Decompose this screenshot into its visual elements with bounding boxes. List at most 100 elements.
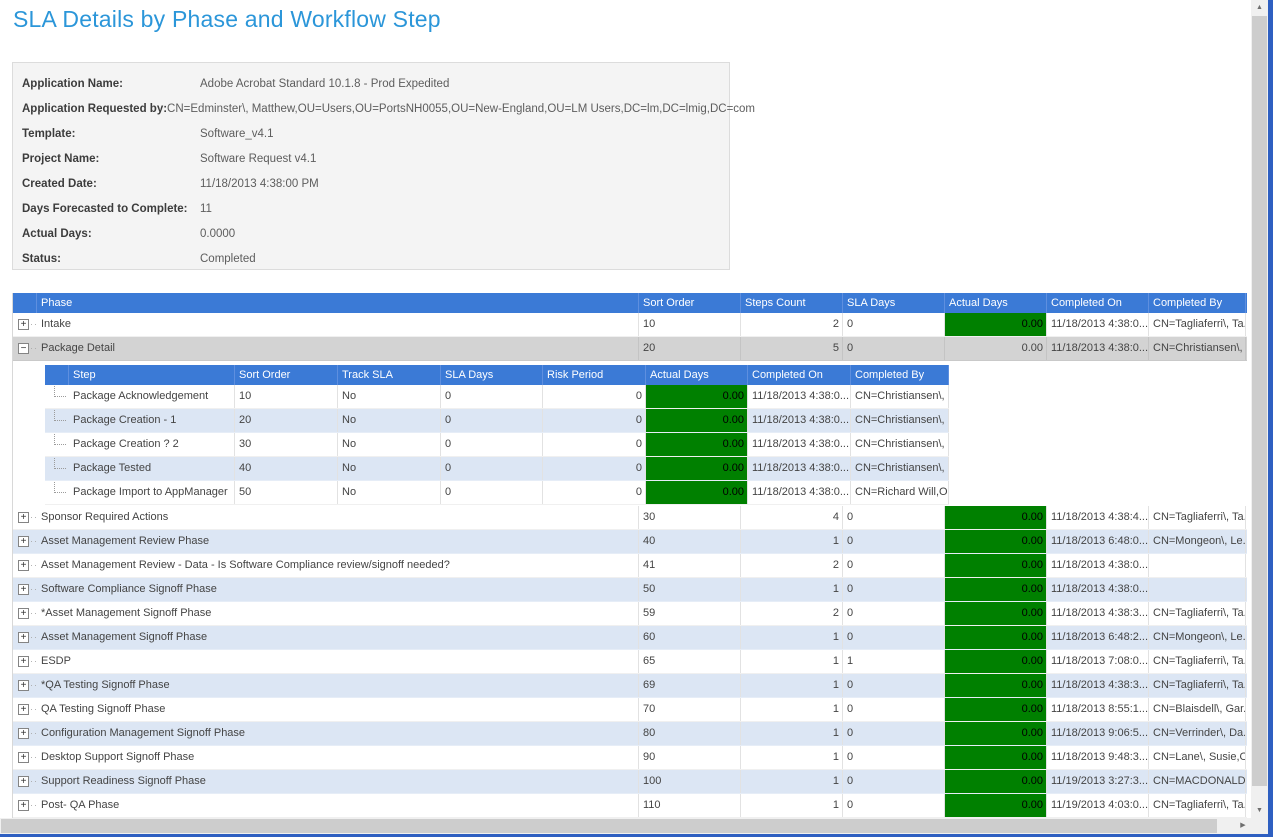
- steps-count-cell: 1: [741, 794, 843, 817]
- completed-on-cell: 11/18/2013 6:48:0...: [1047, 530, 1149, 553]
- completed-on-cell: 11/18/2013 4:38:0...: [1047, 578, 1149, 601]
- info-field-label: Created Date:: [22, 178, 200, 190]
- column-header-phase: Phase: [37, 293, 639, 313]
- tree-branch-cell: [45, 433, 69, 456]
- sort-order-cell: 40: [235, 457, 338, 480]
- phase-row[interactable]: +····Support Readiness Signoff Phase1001…: [13, 770, 1247, 794]
- expand-icon[interactable]: +: [18, 536, 29, 547]
- expand-icon[interactable]: +: [18, 608, 29, 619]
- tree-branch-icon: [54, 457, 66, 469]
- expand-icon[interactable]: +: [18, 800, 29, 811]
- scroll-right-icon[interactable]: ▶: [1235, 818, 1251, 834]
- expand-icon[interactable]: +: [18, 776, 29, 787]
- vertical-scrollbar-thumb[interactable]: [1252, 16, 1267, 786]
- tree-branch-icon: [54, 385, 66, 397]
- collapse-icon[interactable]: −: [18, 343, 29, 354]
- steps-count-cell: 1: [741, 578, 843, 601]
- info-field-label: Application Requested by:: [22, 103, 167, 115]
- phase-cell: Asset Management Review Phase: [37, 530, 639, 553]
- expand-icon[interactable]: +: [18, 680, 29, 691]
- column-header-sla-days: SLA Days: [441, 365, 543, 385]
- step-row[interactable]: Package Creation - 120No000.0011/18/2013…: [45, 409, 949, 433]
- expand-icon[interactable]: +: [18, 704, 29, 715]
- sla-days-cell: 0: [843, 337, 945, 360]
- expand-icon[interactable]: +: [18, 512, 29, 523]
- completed-on-cell: 11/18/2013 9:06:5...: [1047, 722, 1149, 745]
- actual-days-cell: 0.00: [945, 578, 1047, 601]
- tree-branch-cell: [45, 385, 69, 408]
- phase-row[interactable]: +····Asset Management Review - Data - Is…: [13, 554, 1247, 578]
- sort-order-cell: 110: [639, 794, 741, 817]
- sla-days-cell: 0: [843, 313, 945, 336]
- step-row[interactable]: Package Tested40No000.0011/18/2013 4:38:…: [45, 457, 949, 481]
- phase-row[interactable]: +····*QA Testing Signoff Phase69100.0011…: [13, 674, 1247, 698]
- sla-days-cell: 0: [843, 794, 945, 817]
- expand-icon[interactable]: +: [18, 632, 29, 643]
- phase-row[interactable]: +····Post- QA Phase110100.0011/19/2013 4…: [13, 794, 1247, 818]
- expand-icon[interactable]: +: [18, 728, 29, 739]
- column-header-completed-by: Completed By: [1149, 293, 1246, 313]
- risk-period-cell: 0: [543, 433, 646, 456]
- phase-row[interactable]: +····Desktop Support Signoff Phase90100.…: [13, 746, 1247, 770]
- scroll-up-icon[interactable]: ▲: [1251, 0, 1268, 15]
- scroll-down-icon[interactable]: ▼: [1251, 803, 1268, 818]
- tree-dots-icon: ····: [30, 343, 37, 354]
- column-header-sla-days: SLA Days: [843, 293, 945, 313]
- phase-row[interactable]: +····QA Testing Signoff Phase70100.0011/…: [13, 698, 1247, 722]
- phase-row[interactable]: +····ESDP65110.0011/18/2013 7:08:0...CN=…: [13, 650, 1247, 674]
- info-row: Application Name:Adobe Acrobat Standard …: [13, 71, 729, 96]
- risk-period-cell: 0: [543, 385, 646, 408]
- tree-toggle-cell: −····: [13, 337, 37, 360]
- info-field-label: Status:: [22, 253, 200, 265]
- phase-row[interactable]: +····Sponsor Required Actions30400.0011/…: [13, 506, 1247, 530]
- phase-row[interactable]: +····*Asset Management Signoff Phase5920…: [13, 602, 1247, 626]
- steps-count-cell: 5: [741, 337, 843, 360]
- steps-count-cell: 1: [741, 626, 843, 649]
- vertical-scrollbar[interactable]: ▲ ▼: [1251, 0, 1268, 818]
- expand-icon[interactable]: +: [18, 319, 29, 330]
- tree-dots-icon: ····: [30, 608, 37, 619]
- completed-on-cell: 11/18/2013 4:38:0...: [748, 457, 851, 480]
- column-header-sort-order: Sort Order: [235, 365, 338, 385]
- expand-icon[interactable]: +: [18, 584, 29, 595]
- horizontal-scrollbar-thumb[interactable]: [1, 819, 1217, 833]
- application-info-panel: Application Name:Adobe Acrobat Standard …: [12, 62, 730, 270]
- expand-icon[interactable]: +: [18, 656, 29, 667]
- step-row[interactable]: Package Acknowledgement10No000.0011/18/2…: [45, 385, 949, 409]
- tree-dots-icon: ····: [30, 584, 37, 595]
- sort-order-cell: 41: [639, 554, 741, 577]
- tree-toggle-cell: +····: [13, 506, 37, 529]
- completed-on-cell: 11/18/2013 4:38:0...: [748, 385, 851, 408]
- completed-on-cell: 11/18/2013 4:38:3...: [1047, 602, 1149, 625]
- step-cell: Package Tested: [69, 457, 235, 480]
- phase-row[interactable]: −····Package Detail20500.0011/18/2013 4:…: [13, 337, 1247, 361]
- expand-icon[interactable]: +: [18, 560, 29, 571]
- step-row[interactable]: Package Creation ? 230No000.0011/18/2013…: [45, 433, 949, 457]
- step-header-row: StepSort OrderTrack SLASLA DaysRisk Peri…: [45, 365, 949, 385]
- phase-row[interactable]: +····Asset Management Review Phase40100.…: [13, 530, 1247, 554]
- sort-order-cell: 10: [639, 313, 741, 336]
- completed-on-cell: 11/18/2013 6:48:2...: [1047, 626, 1149, 649]
- completed-on-cell: 11/18/2013 4:38:0...: [748, 409, 851, 432]
- info-field-value: 0.0000: [200, 228, 235, 240]
- column-header-step: Step: [69, 365, 235, 385]
- phase-cell: Configuration Management Signoff Phase: [37, 722, 639, 745]
- tree-branch-icon: [54, 409, 66, 421]
- sla-days-cell: 0: [843, 554, 945, 577]
- scrollbar-corner: [1251, 818, 1268, 834]
- phase-row[interactable]: +····Asset Management Signoff Phase60100…: [13, 626, 1247, 650]
- horizontal-scrollbar[interactable]: ▶: [0, 818, 1251, 834]
- tree-toggle-cell: +····: [13, 602, 37, 625]
- phase-row[interactable]: +····Software Compliance Signoff Phase50…: [13, 578, 1247, 602]
- phase-row[interactable]: +····Intake10200.0011/18/2013 4:38:0...C…: [13, 313, 1247, 337]
- step-row[interactable]: Package Import to AppManager50No000.0011…: [45, 481, 949, 505]
- phase-row[interactable]: +····Configuration Management Signoff Ph…: [13, 722, 1247, 746]
- sla-days-cell: 0: [441, 481, 543, 504]
- track-sla-cell: No: [338, 433, 441, 456]
- expand-icon[interactable]: +: [18, 752, 29, 763]
- completed-by-cell: CN=Christiansen\, ...: [851, 409, 949, 432]
- sla-days-cell: 0: [843, 506, 945, 529]
- column-header-risk-period: Risk Period: [543, 365, 646, 385]
- steps-count-cell: 2: [741, 602, 843, 625]
- tree-dots-icon: ····: [30, 776, 37, 787]
